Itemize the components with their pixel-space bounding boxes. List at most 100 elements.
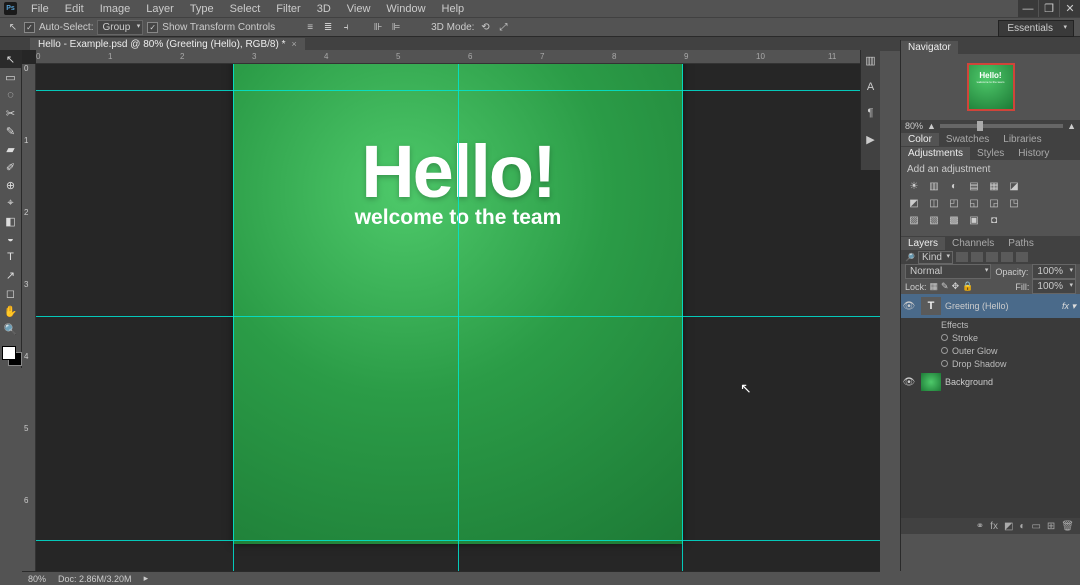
- guide-vertical[interactable]: [458, 64, 459, 571]
- filter-smart-icon[interactable]: [1016, 252, 1028, 262]
- guide-horizontal[interactable]: [36, 316, 880, 317]
- menu-file[interactable]: File: [23, 1, 57, 17]
- play-icon[interactable]: ▶: [866, 133, 874, 146]
- tool-eyedropper[interactable]: ✎: [0, 122, 21, 140]
- fx-stroke[interactable]: Stroke: [901, 331, 1080, 344]
- adjustment-icon[interactable]: ◪: [1007, 179, 1021, 193]
- layer-row[interactable]: 👁 T Greeting (Hello) fx ▾: [901, 294, 1080, 318]
- new-layer-icon[interactable]: ⊞: [1047, 521, 1055, 532]
- zoom-slider[interactable]: [940, 124, 1063, 128]
- transform-checkbox[interactable]: ✓: [147, 22, 158, 33]
- tool-zoom[interactable]: 🔍: [0, 320, 21, 338]
- fx-badge[interactable]: fx ▾: [1062, 301, 1080, 312]
- menu-window[interactable]: Window: [378, 1, 433, 17]
- tab-adjustments[interactable]: Adjustments: [901, 147, 970, 160]
- distribute-icon[interactable]: ⊪: [371, 20, 385, 34]
- tool-eraser[interactable]: ⌖: [0, 194, 21, 212]
- adjustment-icon[interactable]: ◐: [947, 179, 961, 193]
- menu-select[interactable]: Select: [222, 1, 269, 17]
- adjustment-icon[interactable]: ▥: [927, 179, 941, 193]
- menu-3d[interactable]: 3D: [309, 1, 339, 17]
- tool-crop[interactable]: ✂: [0, 104, 21, 122]
- distribute-icon-2[interactable]: ⊫: [389, 20, 403, 34]
- ruler-horizontal[interactable]: 0 1 2 3 4 5 6 7 8 9 10 11 12: [36, 50, 880, 64]
- adjustment-icon[interactable]: ◲: [987, 196, 1001, 210]
- fill-input[interactable]: 100%: [1032, 279, 1076, 294]
- fx-effects-label[interactable]: Effects: [901, 318, 1080, 331]
- adjustment-icon[interactable]: ◱: [967, 196, 981, 210]
- tool-brush[interactable]: ✐: [0, 158, 21, 176]
- lock-pos-icon[interactable]: ✥: [952, 281, 960, 292]
- tab-styles[interactable]: Styles: [970, 147, 1011, 160]
- tool-stamp[interactable]: ⊕: [0, 176, 21, 194]
- align-icon-2[interactable]: ≣: [321, 20, 335, 34]
- maximize-button[interactable]: ❐: [1039, 0, 1059, 17]
- filter-pixel-icon[interactable]: [956, 252, 968, 262]
- fx-icon[interactable]: fx: [990, 521, 998, 532]
- guide-horizontal[interactable]: [36, 540, 880, 541]
- menu-filter[interactable]: Filter: [268, 1, 308, 17]
- zoom-in-icon[interactable]: ▲: [1067, 121, 1076, 131]
- document-tab[interactable]: Hello - Example.psd @ 80% (Greeting (Hel…: [30, 38, 305, 51]
- adjustment-icon[interactable]: ◩: [907, 196, 921, 210]
- menu-layer[interactable]: Layer: [138, 1, 182, 17]
- layer-thumbnail[interactable]: [921, 373, 941, 391]
- ruler-vertical[interactable]: 0 1 2 3 4 5 6: [22, 64, 36, 571]
- zoom-out-icon[interactable]: ▲: [927, 121, 936, 131]
- auto-select-dropdown[interactable]: Group: [97, 20, 143, 35]
- trash-icon[interactable]: 🗑: [1061, 521, 1074, 532]
- adjust-layer-icon[interactable]: ◐: [1019, 521, 1025, 532]
- fx-outer-glow[interactable]: Outer Glow: [901, 344, 1080, 357]
- tab-channels[interactable]: Channels: [945, 237, 1001, 250]
- blend-mode-dropdown[interactable]: Normal: [905, 264, 991, 279]
- tab-libraries[interactable]: Libraries: [996, 133, 1048, 146]
- color-swatches[interactable]: [0, 344, 21, 368]
- tool-marquee[interactable]: ▭: [0, 68, 21, 86]
- tab-layers[interactable]: Layers: [901, 237, 945, 250]
- filter-adjust-icon[interactable]: [971, 252, 983, 262]
- adjustment-icon[interactable]: ▨: [907, 213, 921, 227]
- tab-history[interactable]: History: [1011, 147, 1056, 160]
- navigator-thumbnail[interactable]: Hello! welcome to the team: [967, 63, 1015, 111]
- zoom-value[interactable]: 80%: [905, 121, 923, 131]
- adjustment-icon[interactable]: ▧: [927, 213, 941, 227]
- lock-trans-icon[interactable]: ▦: [930, 281, 939, 292]
- tab-paths[interactable]: Paths: [1001, 237, 1041, 250]
- adjustment-icon[interactable]: ◫: [927, 196, 941, 210]
- tool-shape[interactable]: ◻: [0, 284, 21, 302]
- menu-type[interactable]: Type: [182, 1, 222, 17]
- layer-thumbnail[interactable]: T: [921, 297, 941, 315]
- tool-hand[interactable]: ✋: [0, 302, 21, 320]
- layer-name[interactable]: Greeting (Hello): [945, 301, 1009, 311]
- adjustment-icon[interactable]: ▦: [987, 179, 1001, 193]
- opacity-input[interactable]: 100%: [1032, 264, 1076, 279]
- guide-horizontal[interactable]: [36, 90, 880, 91]
- tool-gradient[interactable]: ◧: [0, 212, 21, 230]
- foreground-color[interactable]: [2, 346, 16, 360]
- filter-kind-dropdown[interactable]: Kind: [918, 251, 953, 264]
- visibility-icon[interactable]: 👁: [901, 377, 917, 388]
- link-icon[interactable]: ⚭: [976, 521, 984, 532]
- tab-color[interactable]: Color: [901, 133, 939, 146]
- workspace-switcher[interactable]: Essentials: [998, 20, 1074, 37]
- adjustment-icon[interactable]: ▤: [967, 179, 981, 193]
- status-flyout-icon[interactable]: ▸: [144, 573, 149, 584]
- filter-type-icon[interactable]: [986, 252, 998, 262]
- layer-name[interactable]: Background: [945, 377, 993, 387]
- lock-paint-icon[interactable]: ✎: [941, 281, 949, 292]
- tool-type[interactable]: T: [0, 248, 21, 266]
- adjustment-icon[interactable]: ◰: [947, 196, 961, 210]
- close-tab-icon[interactable]: ×: [291, 39, 296, 49]
- tool-dodge[interactable]: ◒: [0, 230, 21, 248]
- menu-help[interactable]: Help: [434, 1, 473, 17]
- align-icon[interactable]: ≡: [303, 20, 317, 34]
- character-icon[interactable]: A: [867, 81, 874, 93]
- menu-image[interactable]: Image: [92, 1, 139, 17]
- histogram-icon[interactable]: ▥: [865, 54, 875, 67]
- tab-navigator[interactable]: Navigator: [901, 41, 958, 54]
- fx-drop-shadow[interactable]: Drop Shadow: [901, 357, 1080, 370]
- auto-select-checkbox[interactable]: ✓: [24, 22, 35, 33]
- minimize-button[interactable]: —: [1018, 0, 1038, 17]
- adjustment-icon[interactable]: ◘: [987, 213, 1001, 227]
- canvas[interactable]: Hello! welcome to the team: [36, 64, 880, 571]
